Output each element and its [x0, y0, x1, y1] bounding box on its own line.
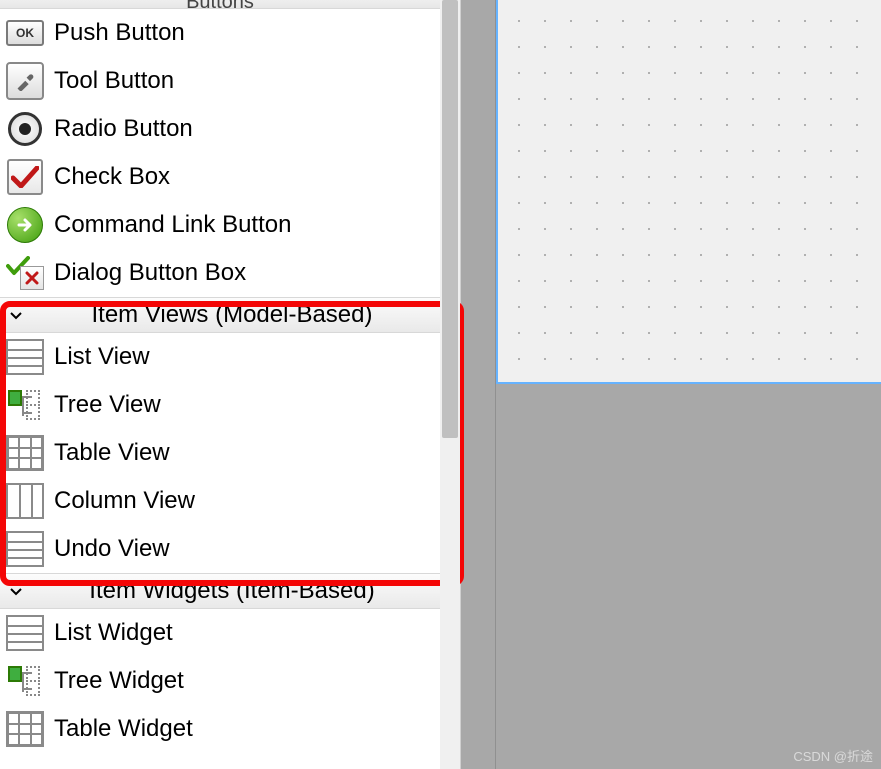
widget-item-label: List Widget — [54, 619, 434, 647]
tree-icon — [6, 662, 44, 700]
widget-item-radio-button[interactable]: Radio Button — [0, 105, 440, 153]
widget-item-label: Column View — [54, 487, 434, 515]
arrow-right-circle-icon — [6, 206, 44, 244]
widget-item-column-view[interactable]: Column View — [0, 477, 440, 525]
widget-box-vertical-scrollbar[interactable] — [440, 0, 460, 769]
widget-item-table-widget[interactable]: Table Widget — [0, 705, 440, 753]
category-header-item-views[interactable]: Item Views (Model-Based) — [0, 297, 440, 333]
widget-item-dialog-button-box[interactable]: Dialog Button Box — [0, 249, 440, 297]
category-label: Buttons — [186, 0, 254, 9]
list-icon — [6, 338, 44, 376]
widget-item-label: Check Box — [54, 163, 434, 191]
chevron-down-icon — [6, 581, 26, 601]
widget-item-label: Table Widget — [54, 715, 434, 743]
widget-item-command-link-button[interactable]: Command Link Button — [0, 201, 440, 249]
widget-item-label: Tree Widget — [54, 667, 434, 695]
category-label: Item Widgets (Item-Based) — [30, 577, 434, 605]
widget-item-tree-widget[interactable]: Tree Widget — [0, 657, 440, 705]
form-designer-area: CSDN @折途 — [461, 0, 881, 769]
widget-item-tool-button[interactable]: Tool Button — [0, 57, 440, 105]
widget-item-push-button[interactable]: OK Push Button — [0, 9, 440, 57]
form-widget[interactable] — [496, 0, 881, 384]
widget-item-undo-view[interactable]: Undo View — [0, 525, 440, 573]
checkbox-red-icon — [6, 158, 44, 196]
ok-button-icon: OK — [6, 14, 44, 52]
canvas-gutter — [461, 0, 496, 769]
category-header-buttons-partial[interactable]: Buttons — [0, 0, 440, 9]
widget-box-list: Buttons OK Push Button Tool Button Radio… — [0, 0, 440, 769]
widget-item-label: Radio Button — [54, 115, 434, 143]
widget-item-label: Tree View — [54, 391, 434, 419]
scrollbar-thumb[interactable] — [442, 0, 458, 438]
watermark-text: CSDN @折途 — [793, 746, 873, 765]
widget-item-table-view[interactable]: Table View — [0, 429, 440, 477]
category-label: Item Views (Model-Based) — [30, 301, 434, 329]
wrench-icon — [6, 62, 44, 100]
widget-item-list-view[interactable]: List View — [0, 333, 440, 381]
list-icon — [6, 530, 44, 568]
widget-item-check-box[interactable]: Check Box — [0, 153, 440, 201]
list-icon — [6, 614, 44, 652]
widget-box-panel: Buttons OK Push Button Tool Button Radio… — [0, 0, 461, 769]
columns-icon — [6, 482, 44, 520]
widget-item-label: List View — [54, 343, 434, 371]
designer-canvas[interactable]: CSDN @折途 — [496, 0, 881, 769]
widget-item-label: Undo View — [54, 535, 434, 563]
table-icon — [6, 434, 44, 472]
widget-item-label: Push Button — [54, 19, 434, 47]
widget-item-label: Command Link Button — [54, 211, 434, 239]
tree-icon — [6, 386, 44, 424]
widget-item-tree-view[interactable]: Tree View — [0, 381, 440, 429]
widget-item-label: Tool Button — [54, 67, 434, 95]
dialog-ok-cancel-icon — [6, 254, 44, 292]
category-header-item-widgets[interactable]: Item Widgets (Item-Based) — [0, 573, 440, 609]
chevron-down-icon — [6, 305, 26, 325]
widget-item-label: Table View — [54, 439, 434, 467]
widget-item-list-widget[interactable]: List Widget — [0, 609, 440, 657]
radio-icon — [6, 110, 44, 148]
widget-item-label: Dialog Button Box — [54, 259, 434, 287]
table-icon — [6, 710, 44, 748]
